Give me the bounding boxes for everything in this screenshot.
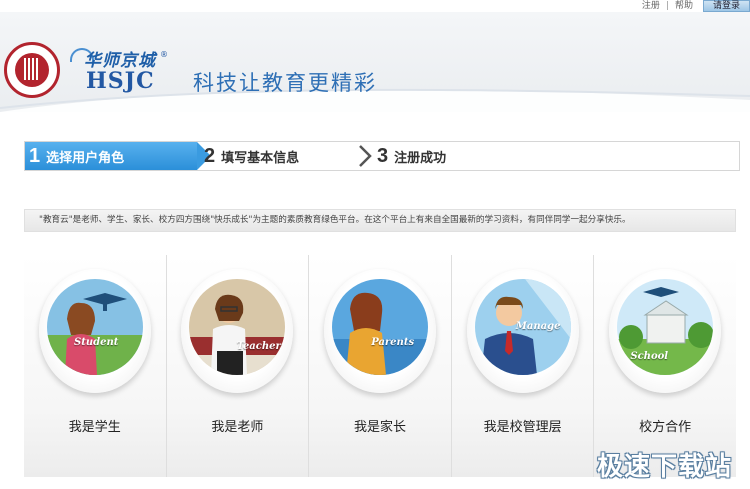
register-link[interactable]: 注册 (636, 0, 666, 12)
student-illustration (46, 279, 143, 375)
role-tag: School (630, 351, 669, 362)
header: 华师京城 ® HSJC 科技让教育更精彩 (0, 12, 750, 116)
step-number: 1 (29, 144, 41, 167)
role-selector: Student 我是学生 Teacher 我是老师 Parents 我是家长 M… (24, 255, 736, 477)
chevron-right-icon (359, 145, 372, 167)
emblem-building-icon (24, 58, 40, 80)
step-select-role: 1 选择用户角色 (25, 142, 197, 170)
role-card-parents[interactable]: Parents 我是家长 (309, 255, 452, 477)
help-link[interactable]: 帮助 (669, 0, 699, 12)
slogan: 科技让教育更精彩 (193, 71, 377, 95)
role-card-school[interactable]: School 校方合作 (594, 255, 736, 477)
role-tag: Manage (515, 321, 561, 332)
step-basic-info: 2 填写基本信息 (200, 142, 370, 170)
role-tag: Teacher (236, 341, 281, 352)
role-tag: Student (74, 337, 119, 348)
university-emblem[interactable] (4, 42, 60, 98)
role-label: 我是学生 (68, 420, 121, 435)
role-label: 我是家长 (353, 420, 406, 435)
teacher-illustration (189, 279, 286, 375)
brand-logo-text: HSJC (86, 68, 155, 94)
login-button[interactable]: 请登录 (702, 0, 750, 12)
role-card-teacher[interactable]: Teacher 我是老师 (167, 255, 310, 477)
role-tag: Parents (371, 337, 415, 348)
step-number: 3 (377, 144, 389, 167)
parent-illustration (331, 279, 428, 375)
step-label: 注册成功 (394, 150, 447, 166)
step-label: 填写基本信息 (221, 150, 300, 166)
step-number: 2 (204, 144, 216, 167)
role-label: 我是校管理层 (483, 420, 562, 435)
site-watermark: 极速下载站 (596, 452, 732, 482)
top-links: 注册 | 帮助 请登录 (636, 0, 750, 12)
step-success: 3 注册成功 (373, 142, 573, 170)
platform-intro: "教育云"是老师、学生、家长、校方四方围绕"快乐成长"为主题的素质教育绿色平台。… (24, 209, 736, 232)
registration-steps: 1 选择用户角色 2 填写基本信息 3 注册成功 (24, 141, 740, 171)
step-label: 选择用户角色 (46, 150, 125, 166)
role-label: 我是老师 (211, 420, 264, 435)
role-card-student[interactable]: Student 我是学生 (24, 255, 167, 477)
role-card-manager[interactable]: Manage 我是校管理层 (452, 255, 595, 477)
role-label: 校方合作 (639, 420, 692, 435)
registered-mark: ® (160, 50, 168, 59)
